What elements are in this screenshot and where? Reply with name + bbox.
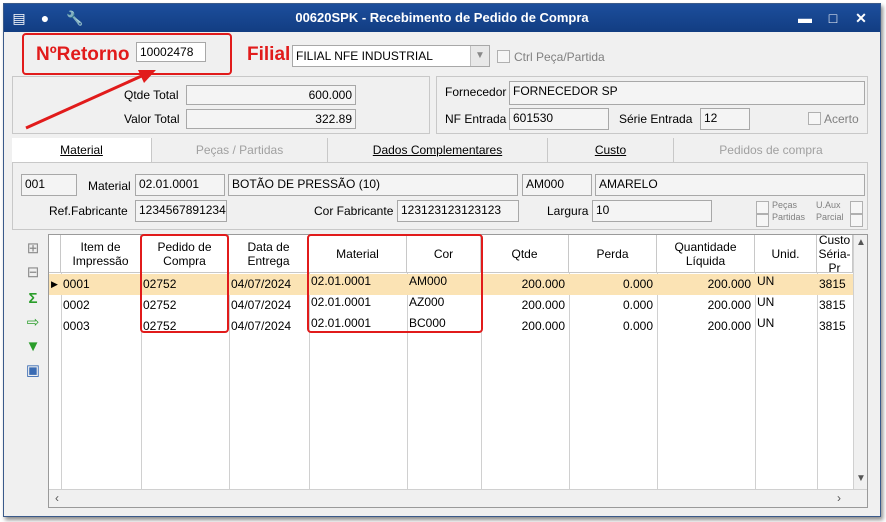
- uaux-label: U.Aux: [816, 200, 841, 210]
- row-pointer-icon: ▶: [51, 279, 58, 289]
- cell-custo: 3815: [819, 277, 846, 291]
- scroll-left-icon[interactable]: ‹: [55, 491, 59, 505]
- material-label: Material: [88, 179, 131, 193]
- cell-pedido: 02752: [143, 319, 177, 333]
- table-row[interactable]: 0003 02752 04/07/2024 02.01.0001 BC000 2…: [49, 316, 853, 337]
- cell-custo: 3815: [819, 298, 846, 312]
- scroll-down-icon[interactable]: ▼: [854, 473, 867, 484]
- cell-qtde: 200.000: [521, 298, 565, 312]
- cell-item: 0001: [63, 277, 90, 291]
- header-perda[interactable]: Perda: [569, 235, 657, 273]
- export-icon[interactable]: ⇨: [24, 314, 42, 332]
- cell-unid: UN: [757, 316, 775, 330]
- header-unid[interactable]: Unid.: [755, 235, 817, 273]
- cell-material: 02.01.0001: [311, 316, 372, 330]
- cell-pedido: 02752: [143, 298, 177, 312]
- color-code-field[interactable]: AM000: [522, 174, 592, 196]
- remove-row-icon[interactable]: ⊟: [24, 264, 42, 282]
- cell-perda: 0.000: [622, 319, 653, 333]
- grid-corner: [49, 235, 61, 273]
- header-item-impressao[interactable]: Item de Impressão: [61, 235, 141, 273]
- cell-pedido: 02752: [143, 277, 177, 291]
- scroll-up-icon[interactable]: ▲: [854, 237, 867, 248]
- cell-qtd-liquida: 200.000: [707, 298, 751, 312]
- cell-qtd-liquida: 200.000: [707, 277, 751, 291]
- ref-fabricante-label: Ref.Fabricante: [49, 204, 128, 218]
- cell-custo: 3815: [819, 319, 846, 333]
- cell-data: 04/07/2024: [231, 319, 292, 333]
- largura-label: Largura: [547, 204, 589, 218]
- scroll-right-icon[interactable]: ›: [837, 491, 841, 505]
- cell-cor: BC000: [409, 316, 446, 330]
- cell-qtd-liquida: 200.000: [707, 319, 751, 333]
- horizontal-scrollbar[interactable]: ‹ ›: [49, 489, 867, 507]
- cell-qtde: 200.000: [521, 277, 565, 291]
- material-desc-field: BOTÃO DE PRESSÃO (10): [228, 174, 518, 196]
- tab-custo[interactable]: Custo: [548, 138, 674, 162]
- header-custo[interactable]: Custo Séria-Pr: [817, 235, 853, 273]
- header-data-entrega[interactable]: Data de Entrega: [229, 235, 309, 273]
- expand-down-icon[interactable]: ▼: [24, 338, 42, 356]
- tab-custo-label: Custo: [594, 143, 627, 157]
- cor-fabricante-label: Cor Fabricante: [314, 204, 394, 218]
- cell-cor: AZ000: [409, 295, 445, 309]
- largura-field[interactable]: 10: [592, 200, 712, 222]
- cell-perda: 0.000: [622, 277, 653, 291]
- header-qtd-liquida[interactable]: Quantidade Líquida: [657, 235, 755, 273]
- table-row[interactable]: 0002 02752 04/07/2024 02.01.0001 AZ000 2…: [49, 295, 853, 316]
- sum-icon[interactable]: Σ: [24, 290, 42, 308]
- cell-material: 02.01.0001: [311, 295, 372, 309]
- tab-material-label: Material: [60, 143, 103, 157]
- header-cor[interactable]: Cor: [407, 235, 481, 273]
- partidas-checkbox[interactable]: [756, 214, 769, 227]
- color-desc-field: AMARELO: [595, 174, 865, 196]
- add-row-icon[interactable]: ⊞: [24, 240, 42, 258]
- cell-item: 0002: [63, 298, 90, 312]
- material-seq-field: 001: [21, 174, 77, 196]
- table-row[interactable]: ▶ 0001 02752 04/07/2024 02.01.0001 AM000…: [49, 274, 853, 295]
- cell-cor: AM000: [409, 274, 448, 288]
- vertical-scrollbar[interactable]: ▲ ▼: [853, 235, 867, 489]
- parcial-label: Parcial: [816, 212, 844, 222]
- material-code-field[interactable]: 02.01.0001: [135, 174, 225, 196]
- cell-data: 04/07/2024: [231, 298, 292, 312]
- partidas-label: Partidas: [772, 212, 806, 222]
- header-pedido-compra[interactable]: Pedido de Compra: [141, 235, 229, 273]
- tab-pedidos-compra[interactable]: Pedidos de compra: [674, 138, 868, 162]
- tab-pecas-partidas[interactable]: Peças / Partidas: [152, 138, 328, 162]
- cell-material: 02.01.0001: [311, 274, 372, 288]
- tab-dados-label: Dados Complementares: [372, 143, 503, 157]
- cell-item: 0003: [63, 319, 90, 333]
- header-material[interactable]: Material: [309, 235, 407, 273]
- pecas-checkbox[interactable]: [756, 201, 769, 214]
- tab-dados-complementares[interactable]: Dados Complementares: [328, 138, 548, 162]
- tab-material[interactable]: Material: [12, 138, 152, 163]
- cell-data: 04/07/2024: [231, 277, 292, 291]
- parcial-checkbox[interactable]: [850, 214, 863, 227]
- main-window: ▤ ● 🔧 00620SPK - Recebimento de Pedido d…: [3, 3, 881, 517]
- items-grid: Item de Impressão Pedido de Compra Data …: [48, 234, 868, 508]
- cell-unid: UN: [757, 295, 775, 309]
- cell-qtde: 200.000: [521, 319, 565, 333]
- cell-unid: UN: [757, 274, 775, 288]
- uaux-checkbox[interactable]: [850, 201, 863, 214]
- ref-fabricante-field[interactable]: 1234567891234: [135, 200, 227, 222]
- pecas-label: Peças: [772, 200, 798, 210]
- image-icon[interactable]: ▣: [24, 362, 42, 380]
- cell-perda: 0.000: [622, 298, 653, 312]
- cor-fabricante-field[interactable]: 123123123123123: [397, 200, 519, 222]
- header-qtde[interactable]: Qtde: [481, 235, 569, 273]
